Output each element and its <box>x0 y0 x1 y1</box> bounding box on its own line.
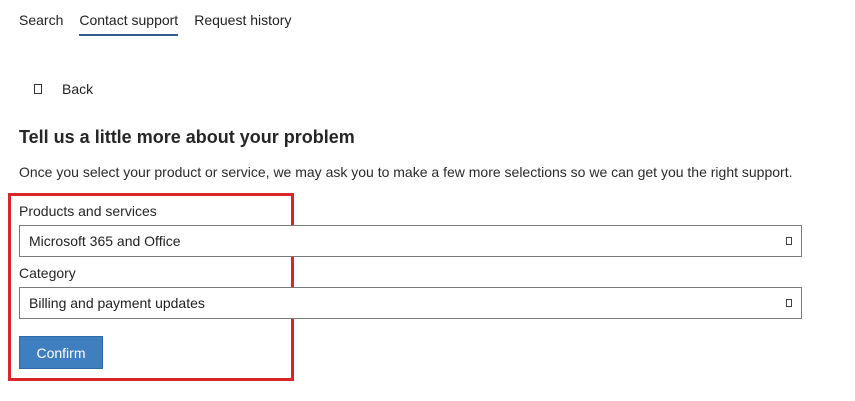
chevron-down-icon <box>786 299 792 307</box>
category-select[interactable]: Billing and payment updates <box>19 287 802 319</box>
products-label: Products and services <box>19 203 157 219</box>
tab-request-history[interactable]: Request history <box>194 10 291 36</box>
confirm-button[interactable]: Confirm <box>19 336 103 369</box>
chevron-down-icon <box>786 237 792 245</box>
products-select-value: Microsoft 365 and Office <box>29 233 181 249</box>
form-description: Once you select your product or service,… <box>19 164 793 180</box>
back-icon <box>34 84 42 94</box>
page-title: Tell us a little more about your problem <box>19 127 355 147</box>
back-button[interactable]: Back <box>34 81 93 97</box>
tab-bar: Search Contact support Request history <box>19 10 291 36</box>
tab-search[interactable]: Search <box>19 10 63 36</box>
tab-contact-support[interactable]: Contact support <box>79 10 179 36</box>
category-label: Category <box>19 265 76 281</box>
category-select-value: Billing and payment updates <box>29 295 205 311</box>
back-label: Back <box>62 81 94 97</box>
contact-support-page: Search Contact support Request history B… <box>0 0 855 401</box>
products-select[interactable]: Microsoft 365 and Office <box>19 225 802 257</box>
